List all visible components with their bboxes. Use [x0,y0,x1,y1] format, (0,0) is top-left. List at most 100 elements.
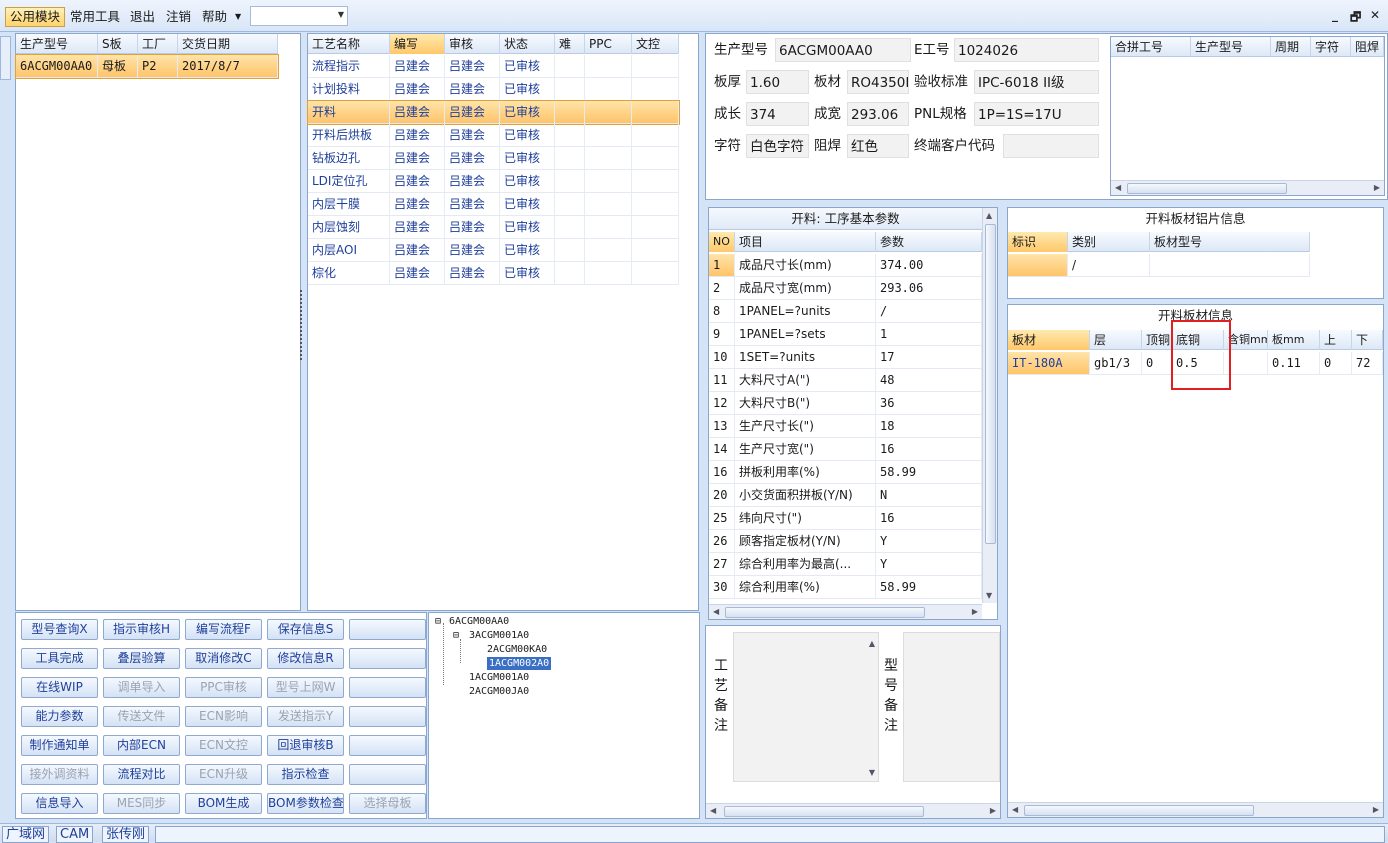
col-combine-cycle[interactable]: 周期 [1271,37,1311,57]
col-delivery-date[interactable]: 交货日期 [178,34,278,54]
action-button[interactable]: 流程对比 [103,764,180,785]
process-row[interactable]: 开料 吕建会 吕建会 已审核 [307,100,680,125]
action-button[interactable]: 传送文件 [103,706,180,727]
col-s-board[interactable]: S板 [98,34,138,54]
col-combine-no[interactable]: 合拼工号 [1111,37,1191,57]
param-row[interactable]: 25 纬向尺寸(") 16 [709,507,982,530]
scroll-right-icon[interactable]: ▶ [990,806,996,815]
col-category[interactable]: 类别 [1068,232,1150,252]
action-button[interactable]: 取消修改C [185,648,262,669]
action-button[interactable] [349,677,426,698]
scroll-left-icon[interactable]: ◀ [710,806,716,815]
restore-icon[interactable]: 🗗 [1350,8,1361,29]
action-button[interactable] [349,648,426,669]
action-button[interactable]: 内部ECN [103,735,180,756]
process-row[interactable]: 钻板边孔 吕建会 吕建会 已审核 [308,147,679,170]
scroll-left-icon[interactable]: ◀ [1115,183,1121,192]
field-standard[interactable]: IPC-6018 II级 [974,70,1099,94]
field-pnl[interactable]: 1P=1S=17U [974,102,1099,126]
field-char[interactable]: 白色字符 [746,134,809,158]
col-top-copper[interactable]: 顶铜 [1142,330,1172,350]
field-length[interactable]: 374 [746,102,809,126]
scroll-down-icon[interactable]: ▼ [986,591,992,600]
combine-hscrollbar[interactable]: ◀ ▶ [1111,180,1384,195]
col-reviewer[interactable]: 审核 [445,34,500,54]
scroll-thumb[interactable] [1127,183,1287,194]
scroll-thumb[interactable] [1024,805,1254,816]
action-button[interactable]: 回退审核B [267,735,344,756]
scroll-up-icon[interactable]: ▲ [986,211,992,220]
notes-hscrollbar[interactable]: ◀ ▶ [706,803,1000,818]
col-model[interactable]: 生产型号 [16,34,98,54]
param-row[interactable]: 13 生产尺寸长(") 18 [709,415,982,438]
action-button[interactable]: 能力参数 [21,706,98,727]
action-button[interactable]: BOM生成 [185,793,262,814]
col-mark[interactable]: 标识 [1008,232,1068,252]
menu-common-tools[interactable]: 常用工具 [66,7,124,27]
col-process-name[interactable]: 工艺名称 [308,34,390,54]
scroll-left-icon[interactable]: ◀ [713,607,719,616]
action-button[interactable]: BOM参数检查 [267,793,344,814]
param-row[interactable]: 30 综合利用率(%) 58.99 [709,576,982,599]
param-row[interactable]: 10 1SET=?units 17 [709,346,982,369]
scroll-up-icon[interactable]: ▲ [869,639,875,648]
param-row[interactable]: 27 综合利用率为最高(... Y [709,553,982,576]
orders-row[interactable]: 6ACGM00AA0 母板 P2 2017/8/7 [15,54,279,79]
col-combine-mask[interactable]: 阻焊 [1351,37,1384,57]
param-row[interactable]: 16 拼板利用率(%) 58.99 [709,461,982,484]
params-vscrollbar[interactable]: ▲ ▼ [982,208,997,603]
side-collapse-tab[interactable] [0,36,11,80]
col-item[interactable]: 项目 [735,232,876,252]
menu-exit[interactable]: 退出 [126,7,159,27]
process-row[interactable]: 流程指示 吕建会 吕建会 已审核 [308,55,679,78]
process-row[interactable]: 计划投料 吕建会 吕建会 已审核 [308,78,679,101]
action-button[interactable]: 指示检查 [267,764,344,785]
process-row[interactable]: 内层干膜 吕建会 吕建会 已审核 [308,193,679,216]
menu-combo[interactable]: ▼ [250,6,348,26]
col-combine-char[interactable]: 字符 [1311,37,1351,57]
col-board-mm[interactable]: 板mm [1268,330,1320,350]
action-button[interactable]: 信息导入 [21,793,98,814]
action-button[interactable]: MES同步 [103,793,180,814]
param-row[interactable]: 14 生产尺寸宽(") 16 [709,438,982,461]
field-customer[interactable] [1003,134,1099,158]
aluminum-row[interactable]: / [1008,254,1310,277]
close-icon[interactable]: ✕ [1370,8,1380,22]
action-button[interactable]: 型号上网W [267,677,344,698]
col-doc-control[interactable]: 文控 [632,34,679,54]
action-button[interactable]: ECN升级 [185,764,262,785]
action-button[interactable]: 保存信息S [267,619,344,640]
col-layer[interactable]: 层 [1090,330,1142,350]
param-row[interactable]: 26 顾客指定板材(Y/N) Y [709,530,982,553]
model-notes-field[interactable] [903,632,1000,782]
field-material[interactable]: RO4350B [847,70,909,94]
process-notes-field[interactable]: ▲ ▼ [733,632,879,782]
action-button[interactable]: ECN影响 [185,706,262,727]
tree-node-grandchild[interactable]: 2ACGM00KA0 [487,643,547,656]
field-model[interactable]: 6ACGM00AA0 [775,38,911,62]
action-button[interactable]: 修改信息R [267,648,344,669]
tree-node-selected[interactable]: 1ACGM002A0 [487,657,552,670]
tree-node-child[interactable]: 3ACGM001A0 [469,629,529,642]
action-button[interactable]: 指示审核H [103,619,180,640]
action-button[interactable] [349,619,426,640]
scroll-right-icon[interactable]: ▶ [972,607,978,616]
col-difficulty[interactable]: 难 [555,34,585,54]
action-button[interactable]: PPC审核 [185,677,262,698]
scroll-thumb[interactable] [725,607,925,618]
field-e-no[interactable]: 1024026 [954,38,1099,62]
param-row[interactable]: 9 1PANEL=?sets 1 [709,323,982,346]
tree-node-sibling[interactable]: 2ACGM00JA0 [469,685,529,698]
field-mask[interactable]: 红色 [847,134,909,158]
action-button[interactable]: 工具完成 [21,648,98,669]
tree-node-sibling[interactable]: 1ACGM001A0 [469,671,529,684]
col-ppc[interactable]: PPC [585,34,632,54]
param-row[interactable]: 20 小交货面积拼板(Y/N) N [709,484,982,507]
scroll-right-icon[interactable]: ▶ [1374,183,1380,192]
menu-logout[interactable]: 注销 [162,7,195,27]
col-no[interactable]: NO [709,232,735,252]
action-button[interactable] [349,735,426,756]
action-button[interactable]: 接外调资料 [21,764,98,785]
action-button[interactable]: 叠层验算 [103,648,180,669]
param-row[interactable]: 1 成品尺寸长(mm) 374.00 [709,254,982,277]
